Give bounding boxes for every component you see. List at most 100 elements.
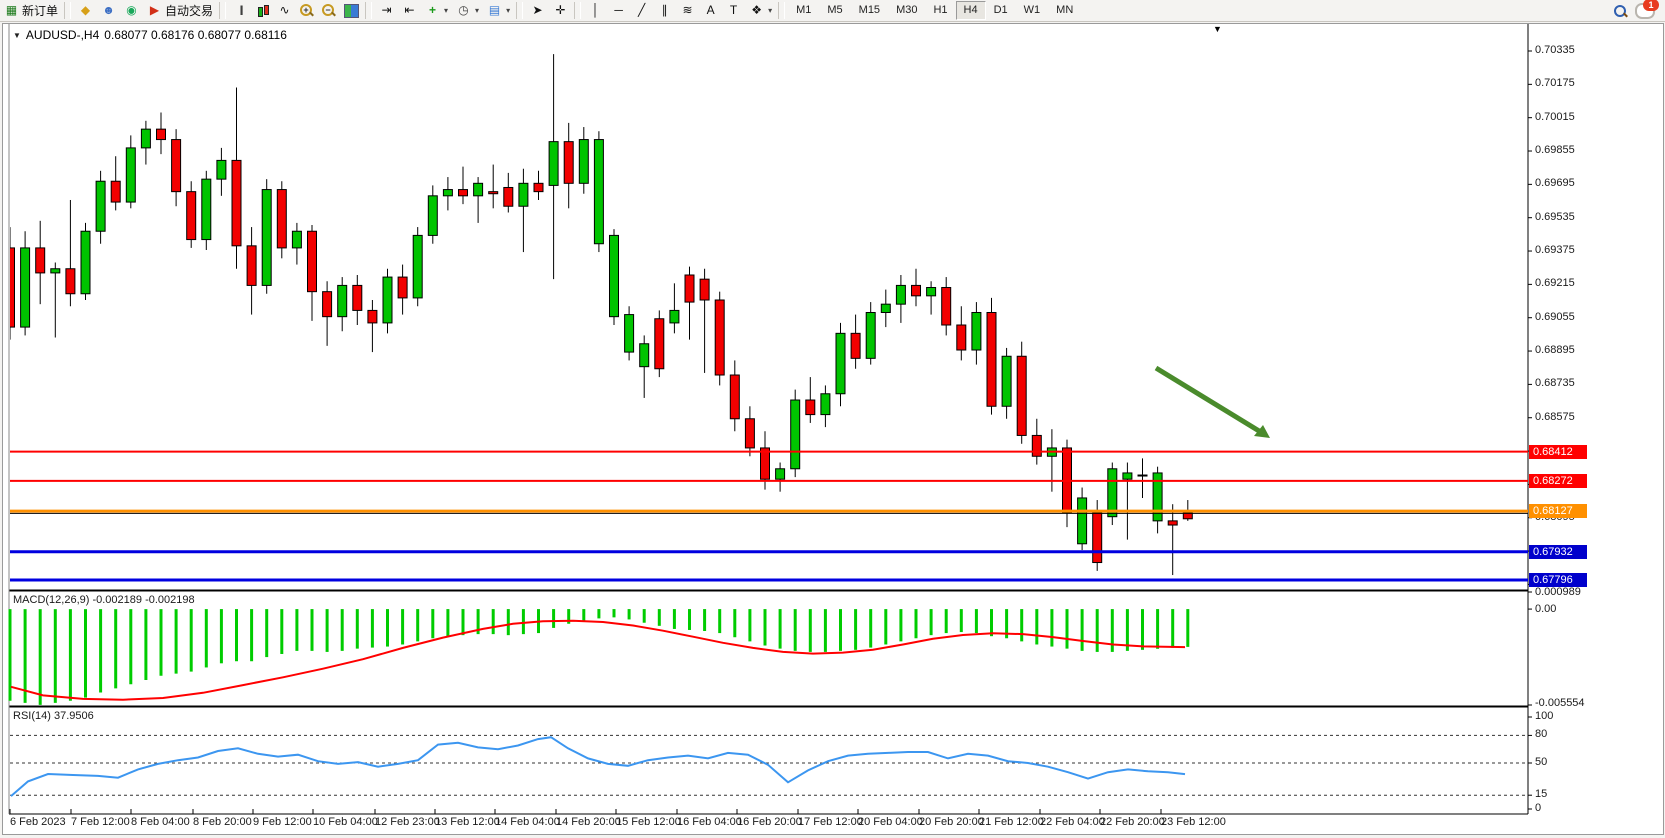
chevron-down-icon: ▾ xyxy=(506,6,510,15)
timeframe-m5-button[interactable]: M5 xyxy=(819,1,850,20)
time-axis-label[interactable]: 21 Feb 12:00 xyxy=(979,816,1044,828)
news-icon: ◉ xyxy=(124,3,139,18)
templates-icon: ▤ xyxy=(487,3,502,18)
chart-canvas[interactable] xyxy=(3,24,1663,834)
candlestick-chart-button[interactable] xyxy=(252,1,273,20)
time-axis-label[interactable]: 8 Feb 04:00 xyxy=(131,816,190,828)
indicators-button[interactable]: + ▾ xyxy=(421,1,452,20)
zoom-out-button[interactable]: − xyxy=(318,1,340,20)
macd-axis-zero: 0.00 xyxy=(1535,603,1556,615)
zoom-in-button[interactable]: + xyxy=(296,1,318,20)
time-axis-label[interactable]: 12 Feb 23:00 xyxy=(375,816,440,828)
autotrade-icon: ▶ xyxy=(147,3,162,18)
shapes-icon: ❖ xyxy=(749,3,764,18)
zoom-out-icon: − xyxy=(322,4,336,18)
timeframe-m1-button[interactable]: M1 xyxy=(788,1,819,20)
signals-button[interactable]: ☻ xyxy=(97,1,120,20)
time-axis-label[interactable]: 13 Feb 12:00 xyxy=(435,816,500,828)
toolbar-separator xyxy=(219,2,226,19)
price-axis-tick: 0.70175 xyxy=(1535,77,1575,89)
time-axis-label[interactable]: 15 Feb 12:00 xyxy=(616,816,681,828)
zoom-in-icon: + xyxy=(300,4,314,18)
toolbar-separator xyxy=(574,2,581,19)
text-label-icon: T xyxy=(726,3,741,18)
time-axis-label[interactable]: 6 Feb 2023 xyxy=(10,816,66,828)
time-axis-label[interactable]: 20 Feb 04:00 xyxy=(858,816,923,828)
time-axis-label[interactable]: 16 Feb 20:00 xyxy=(737,816,802,828)
toolbar-separator xyxy=(365,2,372,19)
auto-scroll-button[interactable]: ⇥ xyxy=(375,1,398,20)
timeframe-buttons: M1M5M15M30H1H4D1W1MN xyxy=(788,1,1081,20)
autotrade-button[interactable]: ▶ 自动交易 xyxy=(143,1,217,20)
line-chart-button[interactable]: ∿ xyxy=(273,1,296,20)
shapes-tool-button[interactable]: ❖ ▾ xyxy=(745,1,776,20)
mt4-terminal: ▦ 新订单 ◆ ☻ ◉ ▶ 自动交易 ||| ∿ + − ⇥ xyxy=(0,0,1665,838)
rsi-axis-tick: 100 xyxy=(1535,710,1553,722)
channel-icon: ∥ xyxy=(657,3,672,18)
timeframe-d1-button[interactable]: D1 xyxy=(986,1,1016,20)
timeframe-mn-button[interactable]: MN xyxy=(1048,1,1081,20)
market-button[interactable]: ◆ xyxy=(74,1,97,20)
fibonacci-tool-button[interactable]: ≋ xyxy=(676,1,699,20)
chart-shift-button[interactable]: ⇤ xyxy=(398,1,421,20)
trendline-icon: ╱ xyxy=(634,3,649,18)
price-line-flag: 0.67796 xyxy=(1529,573,1587,587)
bar-chart-button[interactable]: ||| xyxy=(229,1,252,20)
new-order-button[interactable]: ▦ 新订单 xyxy=(0,1,62,20)
time-axis-label[interactable]: 9 Feb 12:00 xyxy=(253,816,312,828)
timeframe-w1-button[interactable]: W1 xyxy=(1016,1,1049,20)
time-axis-label[interactable]: 10 Feb 04:00 xyxy=(313,816,378,828)
time-axis-label[interactable]: 22 Feb 04:00 xyxy=(1040,816,1105,828)
fibonacci-icon: ≋ xyxy=(680,3,695,18)
text-label-tool-button[interactable]: T xyxy=(722,1,745,20)
tile-windows-icon xyxy=(344,4,359,18)
price-line-flag: 0.68412 xyxy=(1529,445,1587,459)
timeframe-m30-button[interactable]: M30 xyxy=(888,1,925,20)
horizontal-line-tool-button[interactable]: ─ xyxy=(607,1,630,20)
time-axis-label[interactable]: 14 Feb 04:00 xyxy=(495,816,560,828)
time-axis-label[interactable]: 14 Feb 20:00 xyxy=(556,816,621,828)
time-axis-label[interactable]: 22 Feb 20:00 xyxy=(1100,816,1165,828)
trendline-tool-button[interactable]: ╱ xyxy=(630,1,653,20)
news-button[interactable]: ◉ xyxy=(120,1,143,20)
toolbar-separator xyxy=(64,2,71,19)
chat-icon[interactable]: 1 xyxy=(1635,3,1655,19)
rsi-axis-tick: 50 xyxy=(1535,756,1547,768)
chevron-down-icon: ▾ xyxy=(768,6,772,15)
price-axis-tick: 0.70015 xyxy=(1535,111,1575,123)
toolbar-separator xyxy=(516,2,523,19)
price-axis-tick: 0.69215 xyxy=(1535,277,1575,289)
price-line-flag: 0.68127 xyxy=(1529,504,1587,518)
text-tool-button[interactable]: A xyxy=(699,1,722,20)
price-axis-tick: 0.69855 xyxy=(1535,144,1575,156)
vertical-line-tool-button[interactable]: │ xyxy=(584,1,607,20)
rsi-indicator-label: RSI(14) 37.9506 xyxy=(13,710,94,722)
new-order-label: 新订单 xyxy=(22,2,58,19)
time-axis-label[interactable]: 7 Feb 12:00 xyxy=(71,816,130,828)
new-order-icon: ▦ xyxy=(4,3,19,18)
timeframe-h4-button[interactable]: H4 xyxy=(956,1,986,20)
price-line-flag: 0.68272 xyxy=(1529,474,1587,488)
time-axis-label[interactable]: 16 Feb 04:00 xyxy=(677,816,742,828)
vertical-line-icon: │ xyxy=(588,3,603,18)
templates-button[interactable]: ▤ ▾ xyxy=(483,1,514,20)
macd-indicator-label: MACD(12,26,9) -0.002189 -0.002198 xyxy=(13,594,195,606)
timeframe-h1-button[interactable]: H1 xyxy=(925,1,955,20)
periods-button[interactable]: ◷ ▾ xyxy=(452,1,483,20)
search-icon[interactable] xyxy=(1613,4,1627,18)
cursor-tool-button[interactable]: ➤ xyxy=(526,1,549,20)
time-axis-label[interactable]: 8 Feb 20:00 xyxy=(193,816,252,828)
crosshair-tool-button[interactable]: ✛ xyxy=(549,1,572,20)
time-axis-label[interactable]: 23 Feb 12:00 xyxy=(1161,816,1226,828)
time-axis-label[interactable]: 20 Feb 20:00 xyxy=(919,816,984,828)
scroll-to-end-marker[interactable]: ▼ xyxy=(1213,24,1222,34)
price-axis-tick: 0.69695 xyxy=(1535,177,1575,189)
tile-windows-button[interactable] xyxy=(340,1,363,20)
indicators-icon: + xyxy=(425,3,440,18)
time-axis-label[interactable]: 17 Feb 12:00 xyxy=(798,816,863,828)
timeframe-m15-button[interactable]: M15 xyxy=(851,1,888,20)
candlestick-chart-icon xyxy=(256,4,269,18)
toolbar-separator xyxy=(778,2,785,19)
horizontal-line-icon: ─ xyxy=(611,3,626,18)
channel-tool-button[interactable]: ∥ xyxy=(653,1,676,20)
